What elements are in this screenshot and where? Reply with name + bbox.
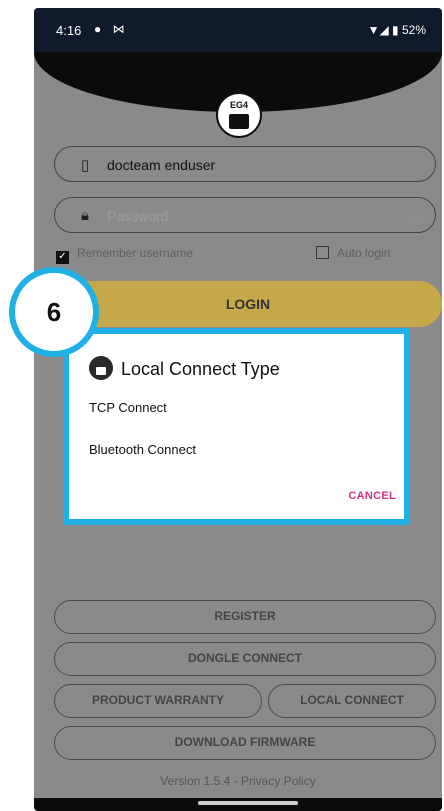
status-bar: 4:16 ● ⋈ ▼◢ ▮ 52%	[34, 8, 442, 52]
product-warranty-button[interactable]: PRODUCT WARRANTY	[54, 684, 262, 718]
checkbox-checked-icon: ✓	[56, 251, 69, 264]
remember-username-checkbox[interactable]: ✓ Remember username	[56, 246, 193, 264]
logo-screen-icon	[229, 114, 249, 129]
dialog-title: Local Connect Type	[89, 356, 280, 380]
step-number-badge: 6	[9, 267, 99, 357]
login-button[interactable]: LOGIN	[54, 281, 442, 327]
tcp-connect-option[interactable]: TCP Connect	[89, 400, 167, 415]
auto-login-label: Auto login	[337, 246, 391, 260]
version-privacy-link[interactable]: Version 1.5.4 - Privacy Policy	[34, 774, 442, 788]
local-connect-button[interactable]: LOCAL CONNECT	[268, 684, 436, 718]
password-placeholder: Password	[107, 208, 169, 224]
password-field[interactable]: 🔒︎ Password ◡	[54, 197, 436, 233]
logo-text: EG4	[229, 100, 248, 110]
status-right-icons: ▼◢ ▮ 52%	[367, 23, 426, 37]
eye-off-icon[interactable]: ◡	[411, 208, 421, 222]
checkbox-unchecked-icon	[316, 246, 329, 259]
app-logo-icon	[89, 356, 113, 380]
auto-login-checkbox[interactable]: Auto login	[316, 246, 390, 260]
register-button[interactable]: REGISTER	[54, 600, 436, 634]
local-connect-type-dialog: Local Connect Type TCP Connect Bluetooth…	[63, 328, 410, 525]
dongle-connect-button[interactable]: DONGLE CONNECT	[54, 642, 436, 676]
phone-icon: ▯	[81, 157, 90, 174]
username-value: docteam enduser	[107, 157, 216, 173]
app-logo: EG4	[216, 92, 262, 138]
remember-username-label: Remember username	[77, 246, 194, 260]
status-time: 4:16	[56, 23, 82, 38]
lock-icon: 🔒︎	[81, 207, 89, 224]
bluetooth-connect-option[interactable]: Bluetooth Connect	[89, 442, 196, 457]
download-firmware-button[interactable]: DOWNLOAD FIRMWARE	[54, 726, 436, 760]
notification-icons: ● ⋈	[94, 22, 129, 36]
dialog-title-text: Local Connect Type	[121, 359, 280, 379]
username-field[interactable]: ▯ docteam enduser	[54, 146, 436, 182]
cancel-button[interactable]: CANCEL	[348, 490, 396, 502]
home-indicator[interactable]	[198, 801, 298, 805]
